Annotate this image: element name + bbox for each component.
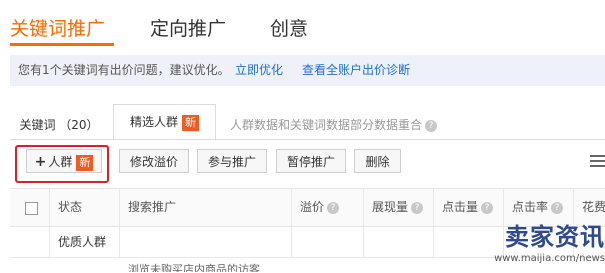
help-icon[interactable]: ?: [327, 201, 340, 214]
col-search-promo: 搜索推广: [120, 189, 292, 226]
pause-promo-button[interactable]: 暂停推广: [276, 149, 346, 173]
tab-targeted-promo[interactable]: 定向推广: [150, 14, 226, 41]
row-search-promo-cell: [120, 227, 292, 257]
delete-button[interactable]: 删除: [354, 149, 401, 173]
sub-tabs: 关键词 （20） 精选人群新 人群数据和关键词数据部分数据重合?: [0, 104, 605, 141]
top-tabs: 关键词推广 定向推广 创意: [0, 0, 605, 52]
modify-premium-button[interactable]: 修改溢价: [119, 149, 189, 173]
active-tab-underline: [10, 43, 114, 46]
help-icon[interactable]: ?: [551, 201, 564, 214]
tab-keywords-label: 关键词 （20）: [19, 118, 99, 132]
add-crowd-highlight: [15, 145, 109, 183]
tabs-divider: [10, 139, 605, 140]
help-icon[interactable]: ?: [481, 201, 494, 214]
row-impressions-cell: [364, 227, 434, 257]
row-status-cell: 优质人群: [50, 227, 120, 257]
col-ctr-label: 点击率: [512, 200, 549, 214]
col-premium: 溢价?: [292, 189, 364, 226]
tab-keywords[interactable]: 关键词 （20）: [14, 112, 104, 139]
watermark-title: 卖家资讯: [505, 223, 605, 251]
col-clicks: 点击量?: [434, 189, 504, 226]
col-premium-label: 溢价: [300, 200, 325, 214]
row-premium-cell: [292, 227, 364, 257]
tab-keyword-promo[interactable]: 关键词推广: [10, 14, 105, 41]
bid-notice-bar: 您有1个关键词有出价问题，建议优化。 立即优化 查看全账户出价诊断: [10, 55, 605, 86]
help-icon[interactable]: ?: [411, 201, 424, 214]
crowd-name-text: 浏览未购买店内商品的访客: [128, 263, 260, 272]
watermark-url: www.maijia.com/news: [494, 253, 605, 264]
tab-selected-crowd[interactable]: 精选人群新: [113, 104, 216, 141]
select-all-cell: [10, 189, 50, 226]
row-select-cell: [10, 227, 50, 257]
crowd-data-hint-text: 人群数据和关键词数据部分数据重合: [230, 118, 423, 132]
col-impressions-label: 展现量: [372, 200, 409, 214]
optimize-now-link[interactable]: 立即优化: [235, 55, 283, 86]
col-ctr: 点击率?: [504, 189, 574, 226]
notice-text: 您有1个关键词有出价问题，建议优化。: [18, 63, 230, 77]
select-all-checkbox[interactable]: [25, 202, 38, 215]
col-cost: 花费: [582, 200, 605, 214]
col-status: 状态: [50, 189, 120, 226]
tab-creative[interactable]: 创意: [270, 14, 308, 41]
watermark: 卖家资讯 www.maijia.com/news: [468, 222, 605, 273]
col-impressions: 展现量?: [364, 189, 434, 226]
crowd-data-hint: 人群数据和关键词数据部分数据重合?: [230, 112, 438, 139]
join-promo-button[interactable]: 参与推广: [197, 149, 267, 173]
tab-crowd-label: 精选人群: [129, 115, 178, 129]
col-clicks-label: 点击量: [442, 200, 479, 214]
help-icon[interactable]: ?: [425, 119, 438, 132]
new-badge: 新: [182, 114, 199, 131]
account-bid-diagnosis-link[interactable]: 查看全账户出价诊断: [302, 55, 410, 86]
list-view-icon[interactable]: [590, 155, 605, 167]
